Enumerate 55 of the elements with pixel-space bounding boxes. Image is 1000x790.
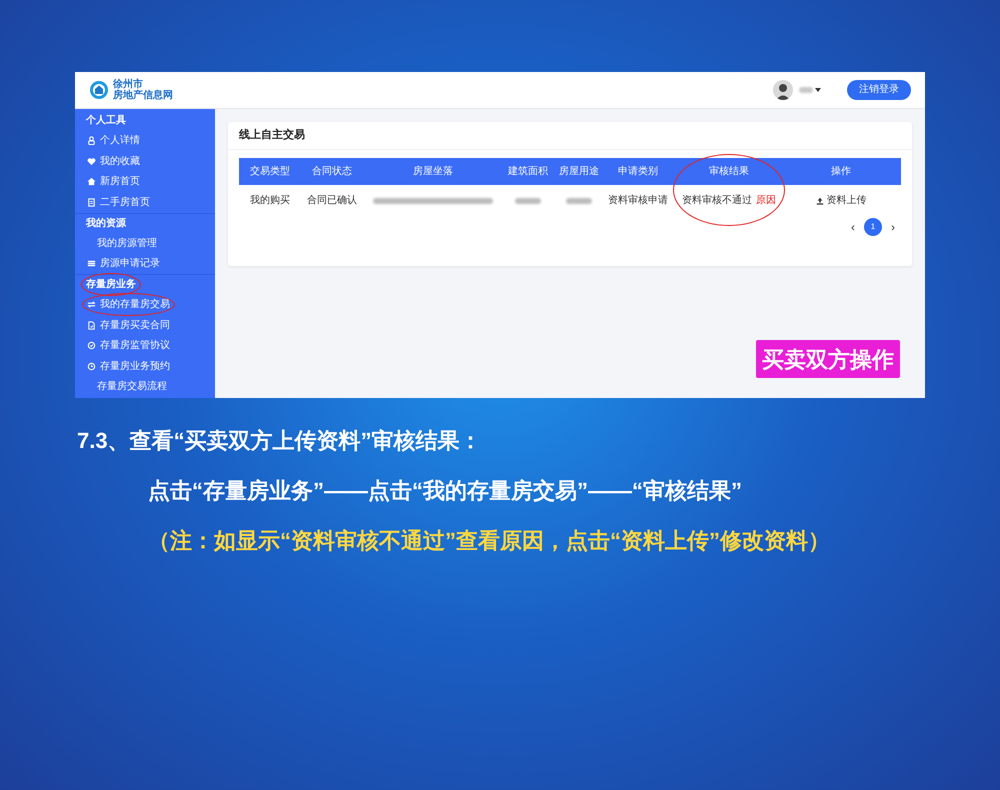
table-cell-text: 我的购买: [250, 194, 290, 208]
swap-arrows-icon: [87, 300, 96, 310]
document-icon: [87, 198, 96, 207]
sidebar-item[interactable]: 我的存量房交易: [100, 297, 170, 312]
home-icon: [87, 177, 96, 186]
sidebar-section-title: 存量房业务: [86, 277, 136, 292]
blurred-cell: [515, 198, 541, 204]
heart-icon: [87, 156, 96, 166]
clock-icon: [87, 362, 96, 371]
column-header: 合同状态: [312, 164, 352, 179]
previous-page-button[interactable]: ‹: [851, 221, 855, 233]
column-header: 审核结果: [709, 164, 749, 179]
avatar[interactable]: [773, 80, 793, 100]
upload-icon: [816, 196, 824, 204]
logo-icon: [89, 80, 109, 100]
column-header: 申请类别: [618, 164, 658, 179]
badge: 买卖双方操作: [756, 340, 900, 378]
blurred-cell: [566, 198, 592, 204]
card-title: 线上自主交易: [239, 128, 305, 144]
blurred-username: [799, 87, 813, 93]
sidebar-item[interactable]: 存量房交易流程: [97, 379, 167, 394]
heading: 7.3、查看“买卖双方上传资料”审核结果：: [77, 427, 482, 455]
logo-text: 徐州市: [113, 79, 143, 90]
sidebar-item[interactable]: 存量房业务预约: [100, 358, 170, 374]
list-icon: [87, 259, 96, 268]
sidebar-item[interactable]: 我的房源管理: [97, 236, 157, 251]
column-header: 房屋坐落: [413, 164, 453, 179]
table-cell-text: 资料审核申请: [608, 194, 668, 208]
sidebar-item[interactable]: 我的收藏: [100, 154, 140, 169]
document-check-icon: [87, 320, 96, 330]
upload-button[interactable]: 资料上传: [816, 193, 866, 208]
sidebar-item[interactable]: 二手房首页: [100, 194, 150, 210]
sidebar-item[interactable]: 存量房买卖合同: [100, 318, 170, 333]
column-header: 建筑面积: [508, 164, 548, 179]
user-icon: [87, 136, 96, 146]
table-cell-text: 资料审核不通过: [682, 194, 752, 208]
sidebar-section-title: 我的资源: [86, 216, 126, 231]
page-button[interactable]: 1: [864, 218, 882, 236]
sidebar-item[interactable]: 存量房监管协议: [100, 338, 170, 354]
instruction-text: 点击“存量房业务”——点击“我的存量房交易”——“审核结果”: [148, 477, 742, 505]
logo-text: 房地产信息网: [113, 90, 173, 101]
next-page-button[interactable]: ›: [891, 221, 895, 233]
check-circle-icon: [87, 341, 96, 350]
sidebar-item[interactable]: 个人详情: [100, 133, 140, 148]
sidebar-item[interactable]: 房源申请记录: [100, 256, 160, 272]
sidebar-item[interactable]: 新房首页: [100, 174, 140, 190]
table-cell-text: 合同已确认: [307, 194, 357, 208]
column-header: 操作: [831, 165, 851, 179]
caret-icon[interactable]: [815, 88, 821, 92]
reason-link[interactable]: 原因: [756, 193, 776, 208]
sidebar-section-title: 个人工具: [86, 114, 126, 128]
note-text: （注：如显示“资料审核不通过”查看原因，点击“资料上传”修改资料）: [148, 527, 830, 555]
logout-button[interactable]: 注销登录: [847, 80, 911, 100]
column-header: 房屋用途: [559, 164, 599, 179]
column-header: 交易类型: [250, 164, 290, 179]
